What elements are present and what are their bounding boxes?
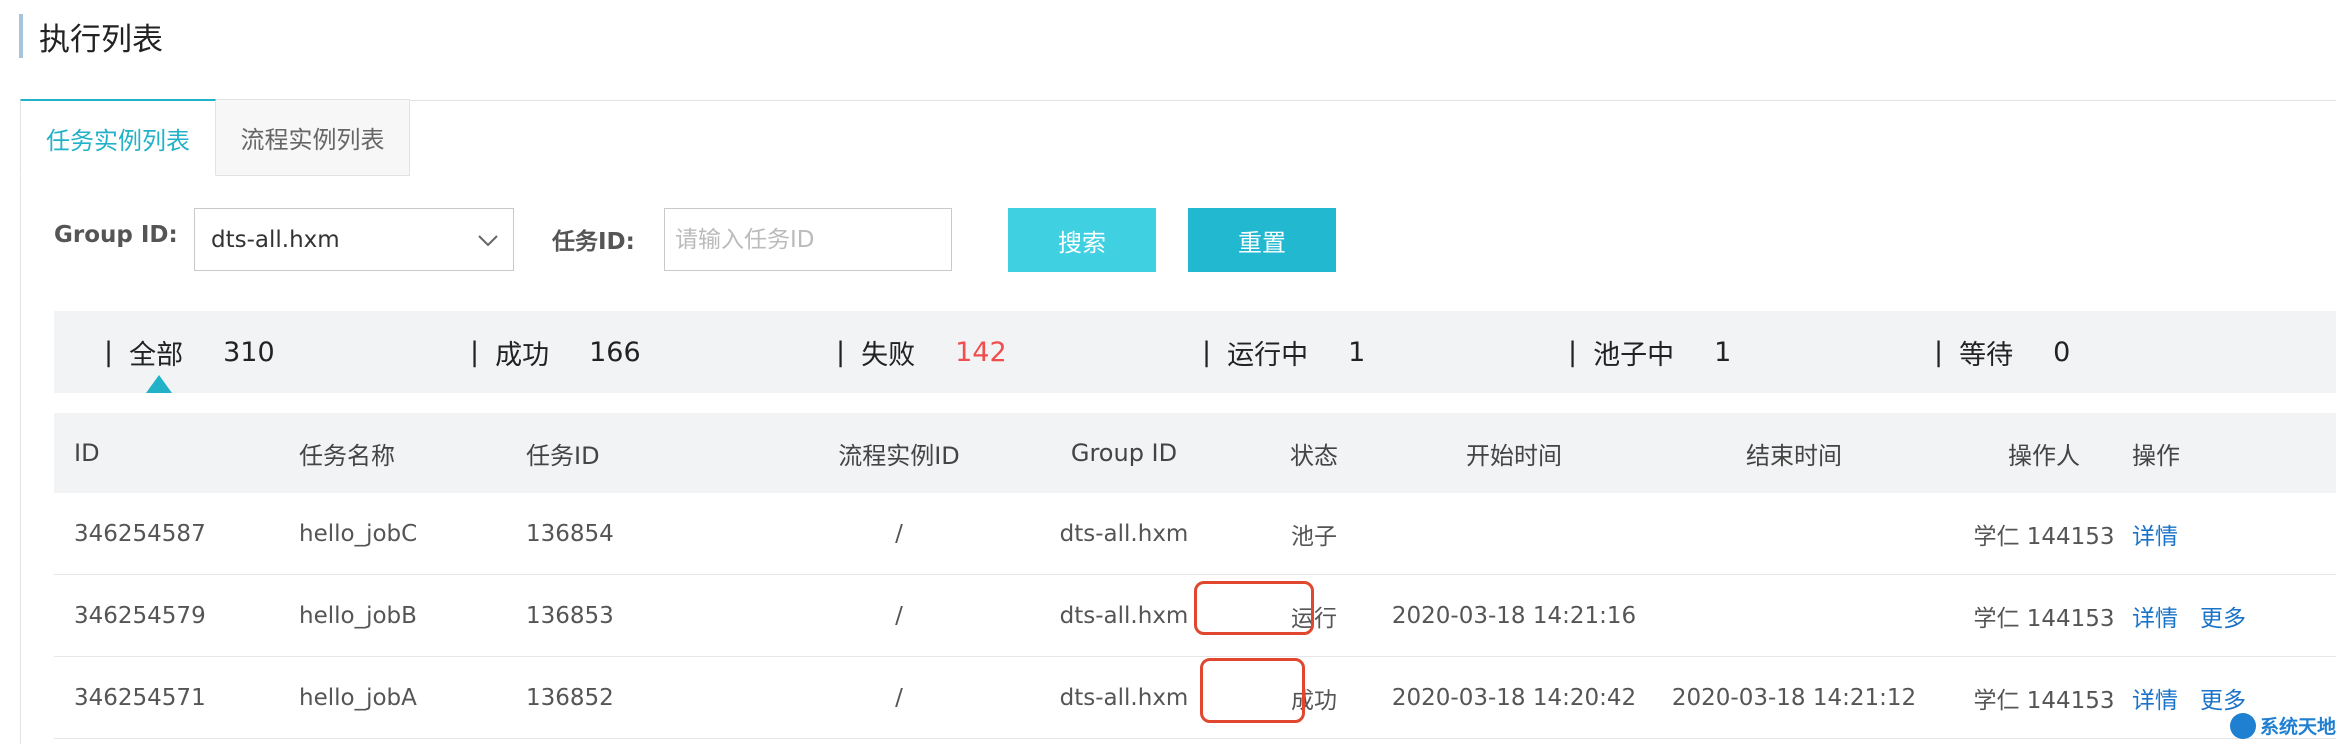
cell-task-id: 136852 [526, 684, 614, 711]
cell-id: 346254587 [74, 520, 206, 547]
column-header: ID [74, 439, 100, 467]
stat-separator: | [1934, 336, 1944, 368]
watermark: 系统天地 [2230, 712, 2336, 739]
column-header: 操作 [2132, 441, 2180, 470]
stat-pool[interactable]: | 池子中 1 [1568, 311, 1731, 393]
group-id-value: dts-all.hxm [211, 226, 340, 253]
cell-task-name: hello_jobA [299, 684, 417, 711]
status-highlight-box [1194, 581, 1314, 635]
task-id-label: 任务ID: [552, 229, 635, 255]
group-id-select[interactable]: dts-all.hxm [194, 208, 514, 271]
stat-count: 142 [955, 336, 1007, 368]
tab-bar: 任务实例列表 流程实例列表 [20, 99, 410, 176]
cell-actions: 详情 [2132, 493, 2178, 574]
page-header: 执行列表 [19, 14, 163, 58]
stat-label: 失败 [861, 339, 916, 371]
stat-label: 等待 [1959, 339, 2014, 371]
column-header: Group ID [1070, 439, 1178, 467]
tab-flow-instances[interactable]: 流程实例列表 [216, 99, 410, 176]
stat-failed[interactable]: | 失败 142 [836, 311, 1007, 393]
cell-id: 346254579 [74, 602, 206, 629]
stat-count: 166 [589, 336, 641, 368]
tab-task-instances[interactable]: 任务实例列表 [20, 99, 216, 176]
column-header: 操作人 [2008, 441, 2080, 470]
stat-count: 1 [1348, 336, 1366, 368]
group-id-label: Group ID: [54, 222, 178, 248]
cell-operator: 学仁 144153 [1973, 605, 2115, 632]
status-highlight-box [1200, 658, 1305, 723]
stat-count: 1 [1714, 336, 1732, 368]
stat-count: 310 [223, 336, 275, 368]
column-header: 任务名称 [299, 441, 395, 470]
detail-link[interactable]: 详情 [2132, 681, 2178, 715]
page-title: 执行列表 [39, 21, 163, 58]
stat-label: 运行中 [1227, 339, 1309, 371]
cell-actions: 详情 更多 [2132, 657, 2246, 738]
stat-count: 0 [2053, 336, 2071, 368]
cell-task-id: 136854 [526, 520, 614, 547]
table-header: ID 任务名称 任务ID 流程实例ID Group ID 状态 开始时间 结束时… [54, 413, 2336, 493]
reset-button[interactable]: 重置 [1188, 208, 1336, 272]
more-link[interactable]: 更多 [2200, 599, 2246, 633]
stat-label: 池子中 [1593, 339, 1675, 371]
chevron-down-icon [478, 235, 498, 247]
stat-separator: | [836, 336, 846, 368]
search-button[interactable]: 搜索 [1008, 208, 1156, 272]
detail-link[interactable]: 详情 [2132, 599, 2178, 633]
detail-link[interactable]: 详情 [2132, 517, 2178, 551]
cell-end-time [1624, 575, 1964, 656]
stat-separator: | [470, 336, 480, 368]
table-row: 346254571 hello_jobA 136852 / dts-all.hx… [54, 657, 2336, 739]
stat-running[interactable]: | 运行中 1 [1202, 311, 1365, 393]
cell-operator: 学仁 144153 [1973, 523, 2115, 550]
cell-task-id: 136853 [526, 602, 614, 629]
stat-success[interactable]: | 成功 166 [470, 311, 641, 393]
stat-waiting[interactable]: | 等待 0 [1934, 311, 2070, 393]
cell-operator: 学仁 144153 [1973, 687, 2115, 714]
stat-all[interactable]: | 全部 310 [104, 311, 275, 393]
cell-actions: 详情 更多 [2132, 575, 2246, 656]
cell-flow-id: / [895, 684, 903, 711]
watermark-text: 系统天地 [2260, 716, 2336, 738]
stat-separator: | [1568, 336, 1578, 368]
stat-label: 全部 [129, 339, 184, 371]
table-row: 346254587 hello_jobC 136854 / dts-all.hx… [54, 493, 2336, 575]
cell-group-id: dts-all.hxm [1059, 520, 1189, 547]
column-header: 结束时间 [1746, 441, 1842, 470]
cell-task-name: hello_jobC [299, 520, 418, 547]
active-stat-indicator [146, 375, 172, 393]
column-header: 流程实例ID [838, 441, 960, 470]
task-id-input[interactable] [664, 208, 952, 271]
cell-task-name: hello_jobB [299, 602, 417, 629]
task-instance-table: ID 任务名称 任务ID 流程实例ID Group ID 状态 开始时间 结束时… [54, 413, 2336, 739]
stat-separator: | [1202, 336, 1212, 368]
cell-end-time [1624, 493, 1964, 574]
globe-icon [2230, 712, 2256, 739]
column-header: 任务ID [526, 441, 600, 470]
stat-label: 成功 [495, 339, 550, 371]
cell-flow-id: / [895, 520, 903, 547]
stat-separator: | [104, 336, 114, 368]
cell-id: 346254571 [74, 684, 206, 711]
cell-flow-id: / [895, 602, 903, 629]
more-link[interactable]: 更多 [2200, 681, 2246, 715]
cell-end-time: 2020-03-18 14:21:12 [1671, 684, 1917, 711]
status-summary-bar: | 全部 310 | 成功 166 | 失败 142 | 运行中 1 | 池子中… [54, 311, 2336, 393]
